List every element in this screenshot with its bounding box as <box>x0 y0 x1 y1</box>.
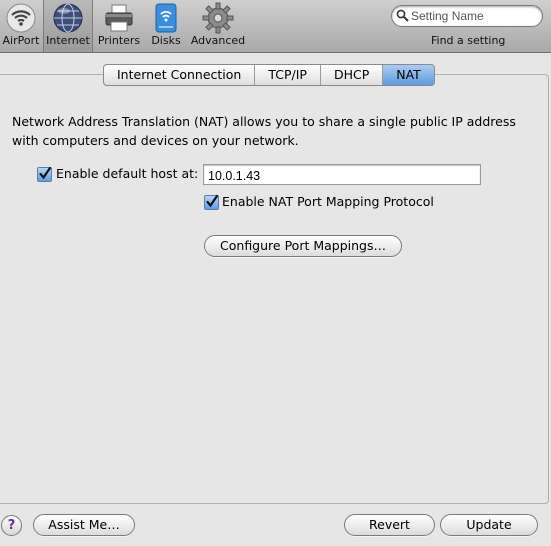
tab-nat[interactable]: NAT <box>383 65 434 85</box>
search-icon <box>396 9 409 22</box>
toolbar-item-printers[interactable]: Printers <box>96 0 142 52</box>
toolbar-item-airport[interactable]: AirPort <box>0 0 42 52</box>
help-button[interactable]: ? <box>1 515 22 536</box>
internet-globe-icon <box>53 3 83 33</box>
tab-dhcp[interactable]: DHCP <box>321 65 384 85</box>
toolbar-item-disks[interactable]: Disks <box>146 0 186 52</box>
toolbar-label-airport: AirPort <box>2 34 40 47</box>
toolbar-item-advanced[interactable]: Advanced <box>189 0 247 52</box>
default-host-checkbox[interactable] <box>37 166 52 182</box>
toolbar-label-printers: Printers <box>97 34 141 47</box>
toolbar: AirPort Internet Printers Disks Advanced… <box>0 0 551 53</box>
default-host-label: Enable default host at: <box>56 166 199 181</box>
toolbar-label-advanced: Advanced <box>190 34 246 47</box>
assist-me-button[interactable]: Assist Me… <box>33 514 135 536</box>
gear-icon <box>202 2 234 34</box>
toolbar-label-disks: Disks <box>151 34 181 47</box>
toolbar-item-internet[interactable]: Internet <box>43 0 93 52</box>
configure-port-mappings-button[interactable]: Configure Port Mappings… <box>204 235 402 257</box>
update-button[interactable]: Update <box>440 514 538 536</box>
find-setting-label: Find a setting <box>431 34 506 47</box>
tab-internet-connection[interactable]: Internet Connection <box>104 65 256 85</box>
tab-tcp-ip[interactable]: TCP/IP <box>255 65 321 85</box>
toolbar-label-internet: Internet <box>46 34 90 47</box>
default-host-field[interactable] <box>203 164 481 186</box>
search-field[interactable] <box>391 5 543 27</box>
default-host-input[interactable] <box>204 166 476 186</box>
checkmark-icon <box>39 166 52 180</box>
airport-wifi-icon <box>6 3 36 33</box>
tab-bar: Internet Connection TCP/IP DHCP NAT <box>103 64 435 86</box>
nat-description: Network Address Translation (NAT) allows… <box>12 114 516 148</box>
revert-button[interactable]: Revert <box>344 514 435 536</box>
search-input[interactable] <box>411 8 535 23</box>
printer-icon <box>105 4 133 32</box>
disk-icon <box>155 3 177 33</box>
checkmark-icon <box>206 194 219 208</box>
nat-pmp-label: Enable NAT Port Mapping Protocol <box>222 194 434 209</box>
nat-pmp-checkbox[interactable] <box>204 194 219 210</box>
